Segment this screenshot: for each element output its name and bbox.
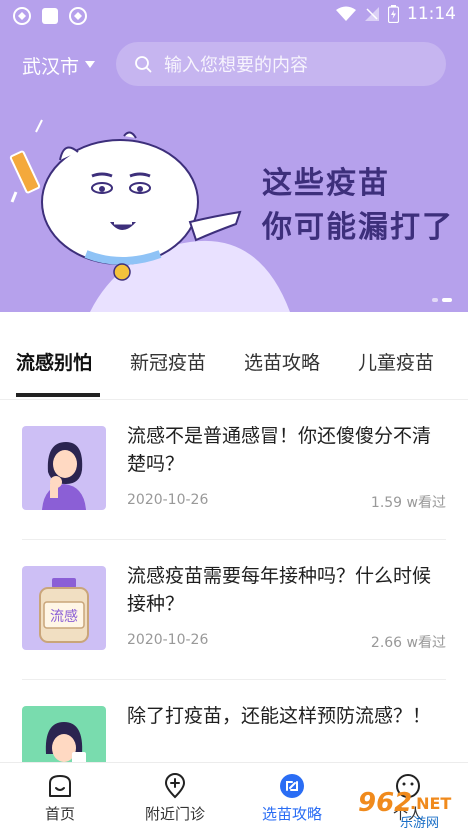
category-tabs: 流感别怕 新冠疫苗 选苗攻略 儿童疫苗	[0, 312, 468, 400]
status-time: 11:14	[407, 4, 456, 24]
article-thumbnail	[22, 426, 106, 510]
nav-vaccine-guide-label: 选苗攻略	[261, 805, 322, 823]
status-right: 11:14	[336, 4, 456, 24]
search-bar[interactable]: 输入您想要的内容	[116, 42, 446, 86]
carousel-indicator	[432, 298, 452, 302]
article-thumbnail: 流感	[22, 566, 106, 650]
nav-nearby-clinic[interactable]: 附近门诊	[125, 773, 225, 829]
no-signal-icon	[365, 7, 379, 21]
wifi-icon	[336, 6, 356, 21]
search-placeholder: 输入您想要的内容	[164, 55, 308, 76]
status-bar: 11:14	[0, 0, 468, 34]
vaccine-bottle-illustration: 流感	[22, 566, 106, 650]
banner-title-line-2: 你可能漏打了	[262, 210, 454, 245]
app-notification-icon	[13, 7, 31, 25]
carousel-dot[interactable]	[432, 298, 438, 302]
sick-woman-illustration	[22, 426, 106, 510]
article-date: 2020-10-26	[127, 632, 209, 648]
nav-home[interactable]: 首页	[10, 773, 110, 829]
article-item[interactable]: 流感不是普通感冒！你还傻傻分不清楚吗？ 2020-10-26 1.59 w看过	[0, 400, 468, 540]
vaccine-guide-icon	[280, 774, 304, 798]
watermark-brand: 962	[358, 788, 412, 818]
app-root: 11:14 武汉市 输入您想要的内容 这些疫苗 你可能漏打了 流感别怕 新冠疫苗…	[0, 0, 468, 833]
article-item[interactable]: 流感 流感疫苗需要每年接种吗？什么时候接种？ 2020-10-26 2.66 w…	[0, 540, 468, 680]
tab-child-vaccine[interactable]: 儿童疫苗	[358, 348, 434, 375]
banner-title: 这些疫苗 你可能漏打了	[262, 162, 454, 250]
caret-down-icon	[85, 61, 96, 68]
article-date: 2020-10-26	[127, 492, 209, 508]
search-icon	[135, 56, 152, 73]
home-icon	[49, 775, 71, 797]
hero-section: 11:14 武汉市 输入您想要的内容 这些疫苗 你可能漏打了	[0, 0, 468, 312]
status-left-icons	[12, 6, 88, 26]
cat-head	[41, 139, 199, 265]
nav-nearby-label: 附近门诊	[144, 805, 205, 823]
article-views: 1.59 w看过	[370, 495, 446, 511]
square-notification-icon	[42, 8, 58, 24]
watermark-suffix: .NET	[410, 794, 451, 813]
article-title: 除了打疫苗，还能这样预防流感？！	[127, 705, 432, 727]
site-watermark-logo: 962 .NET 乐游网	[358, 788, 451, 831]
article-views: 2.66 w看过	[370, 635, 446, 651]
watermark-subtitle: 乐游网	[400, 816, 439, 831]
tab-vaccine-guide[interactable]: 选苗攻略	[244, 348, 320, 375]
active-tab-indicator	[16, 393, 100, 397]
location-icon	[164, 773, 186, 799]
article-title: 流感不是普通感冒！你还傻傻分不清楚吗？	[127, 425, 432, 475]
nav-home-label: 首页	[44, 805, 75, 823]
banner-title-line-1: 这些疫苗	[262, 166, 390, 201]
city-selector[interactable]: 武汉市	[22, 50, 96, 80]
battery-charging-icon	[388, 5, 399, 23]
tab-flu[interactable]: 流感别怕	[16, 348, 92, 375]
bottle-label: 流感	[50, 608, 78, 625]
app-notification-icon-2	[69, 7, 87, 25]
nav-vaccine-guide[interactable]: 选苗攻略	[242, 773, 342, 829]
tab-covid-vaccine[interactable]: 新冠疫苗	[130, 348, 206, 375]
city-name: 武汉市	[22, 55, 80, 78]
syringe-icon	[9, 119, 43, 203]
article-title: 流感疫苗需要每年接种吗？什么时候接种？	[127, 565, 432, 615]
carousel-dot-active[interactable]	[442, 298, 452, 302]
